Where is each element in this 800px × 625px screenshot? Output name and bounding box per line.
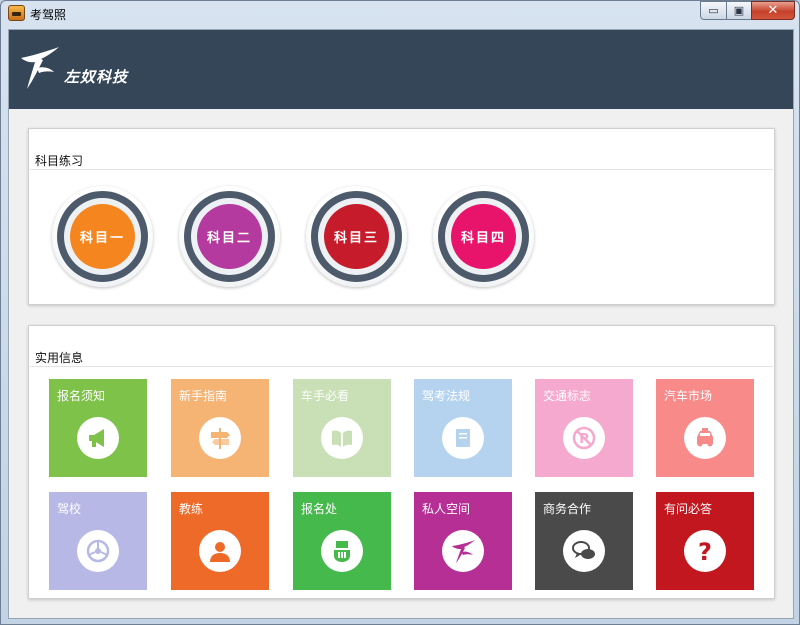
subject-ring: 科目一 bbox=[57, 191, 148, 282]
close-button[interactable]: ✕ bbox=[751, 1, 795, 20]
tile-label: 有问必答 bbox=[664, 502, 713, 516]
app-window: 考驾照 ▭ ▣ ✕ 左奴科技 科目练习 科目一 科目二 科目三 科目四 实用信息 报名… bbox=[0, 0, 800, 625]
tile-label: 教练 bbox=[179, 502, 204, 516]
info-tile-1[interactable]: 报名须知 bbox=[49, 379, 147, 477]
megaphone-icon bbox=[77, 417, 119, 459]
chat-bubbles-icon bbox=[563, 530, 605, 572]
subject-label: 科目一 bbox=[70, 204, 135, 269]
subject-button-1[interactable]: 科目一 bbox=[52, 186, 153, 287]
subject-label: 科目三 bbox=[324, 204, 389, 269]
svg-text:?: ? bbox=[698, 538, 712, 564]
info-tile-8[interactable]: 教练 bbox=[171, 492, 269, 590]
question-icon: ? bbox=[684, 530, 726, 572]
window-title: 考驾照 bbox=[30, 8, 67, 22]
info-tile-11[interactable]: 商务合作 bbox=[535, 492, 633, 590]
tile-label: 报名须知 bbox=[57, 389, 106, 403]
steering-wheel-icon bbox=[77, 530, 119, 572]
car-app-icon bbox=[8, 5, 25, 21]
tile-label: 汽车市场 bbox=[664, 389, 713, 403]
signpost-icon bbox=[199, 417, 241, 459]
subjects-panel-title: 科目练习 bbox=[35, 154, 84, 168]
company-name: 左奴科技 bbox=[64, 68, 129, 86]
title-bar[interactable]: 考驾照 ▭ ▣ ✕ bbox=[1, 1, 799, 27]
subject-ring: 科目四 bbox=[438, 191, 529, 282]
tile-label: 交通标志 bbox=[543, 389, 592, 403]
person-icon bbox=[199, 530, 241, 572]
tile-label: 车手必看 bbox=[301, 389, 350, 403]
divider bbox=[30, 169, 773, 170]
book-icon bbox=[321, 417, 363, 459]
info-tile-6[interactable]: 汽车市场 bbox=[656, 379, 754, 477]
client-area: 左奴科技 科目练习 科目一 科目二 科目三 科目四 实用信息 报名须知 新手指南 车手必看… bbox=[8, 29, 794, 619]
info-tile-10[interactable]: 私人空间 bbox=[414, 492, 512, 590]
car-icon bbox=[684, 417, 726, 459]
document-icon bbox=[442, 417, 484, 459]
tile-label: 商务合作 bbox=[543, 502, 592, 516]
logo-icon bbox=[21, 47, 59, 89]
subject-label: 科目四 bbox=[451, 204, 516, 269]
info-tile-7[interactable]: 驾校 bbox=[49, 492, 147, 590]
subject-button-3[interactable]: 科目三 bbox=[306, 186, 407, 287]
tile-label: 私人空间 bbox=[422, 502, 471, 516]
subject-button-4[interactable]: 科目四 bbox=[433, 186, 534, 287]
subject-ring: 科目三 bbox=[311, 191, 402, 282]
window-controls: ▭ ▣ ✕ bbox=[700, 1, 795, 20]
logo-mark-icon bbox=[442, 530, 484, 572]
subject-ring: 科目二 bbox=[184, 191, 275, 282]
info-tile-9[interactable]: 报名处 bbox=[293, 492, 391, 590]
maximize-button[interactable]: ▣ bbox=[726, 1, 751, 20]
minimize-button[interactable]: ▭ bbox=[700, 1, 726, 20]
tile-label: 驾考法规 bbox=[422, 389, 471, 403]
subject-button-2[interactable]: 科目二 bbox=[179, 186, 280, 287]
tile-label: 新手指南 bbox=[179, 389, 228, 403]
no-parking-icon: P bbox=[563, 417, 605, 459]
tile-label: 报名处 bbox=[301, 502, 338, 516]
subjects-panel: 科目练习 科目一 科目二 科目三 科目四 bbox=[28, 128, 775, 305]
divider bbox=[30, 366, 773, 367]
header-banner: 左奴科技 bbox=[9, 30, 793, 109]
subject-label: 科目二 bbox=[197, 204, 262, 269]
info-panel-title: 实用信息 bbox=[35, 351, 84, 365]
info-tile-4[interactable]: 驾考法规 bbox=[414, 379, 512, 477]
tile-label: 驾校 bbox=[57, 502, 82, 516]
info-tile-12[interactable]: 有问必答? bbox=[656, 492, 754, 590]
info-tile-3[interactable]: 车手必看 bbox=[293, 379, 391, 477]
info-panel: 实用信息 报名须知 新手指南 车手必看 驾考法规 交通标志 P 汽车市场驾校 教练 报名处 私人空… bbox=[28, 325, 775, 599]
info-tile-5[interactable]: 交通标志 P bbox=[535, 379, 633, 477]
info-tile-2[interactable]: 新手指南 bbox=[171, 379, 269, 477]
hand-register-icon bbox=[321, 530, 363, 572]
